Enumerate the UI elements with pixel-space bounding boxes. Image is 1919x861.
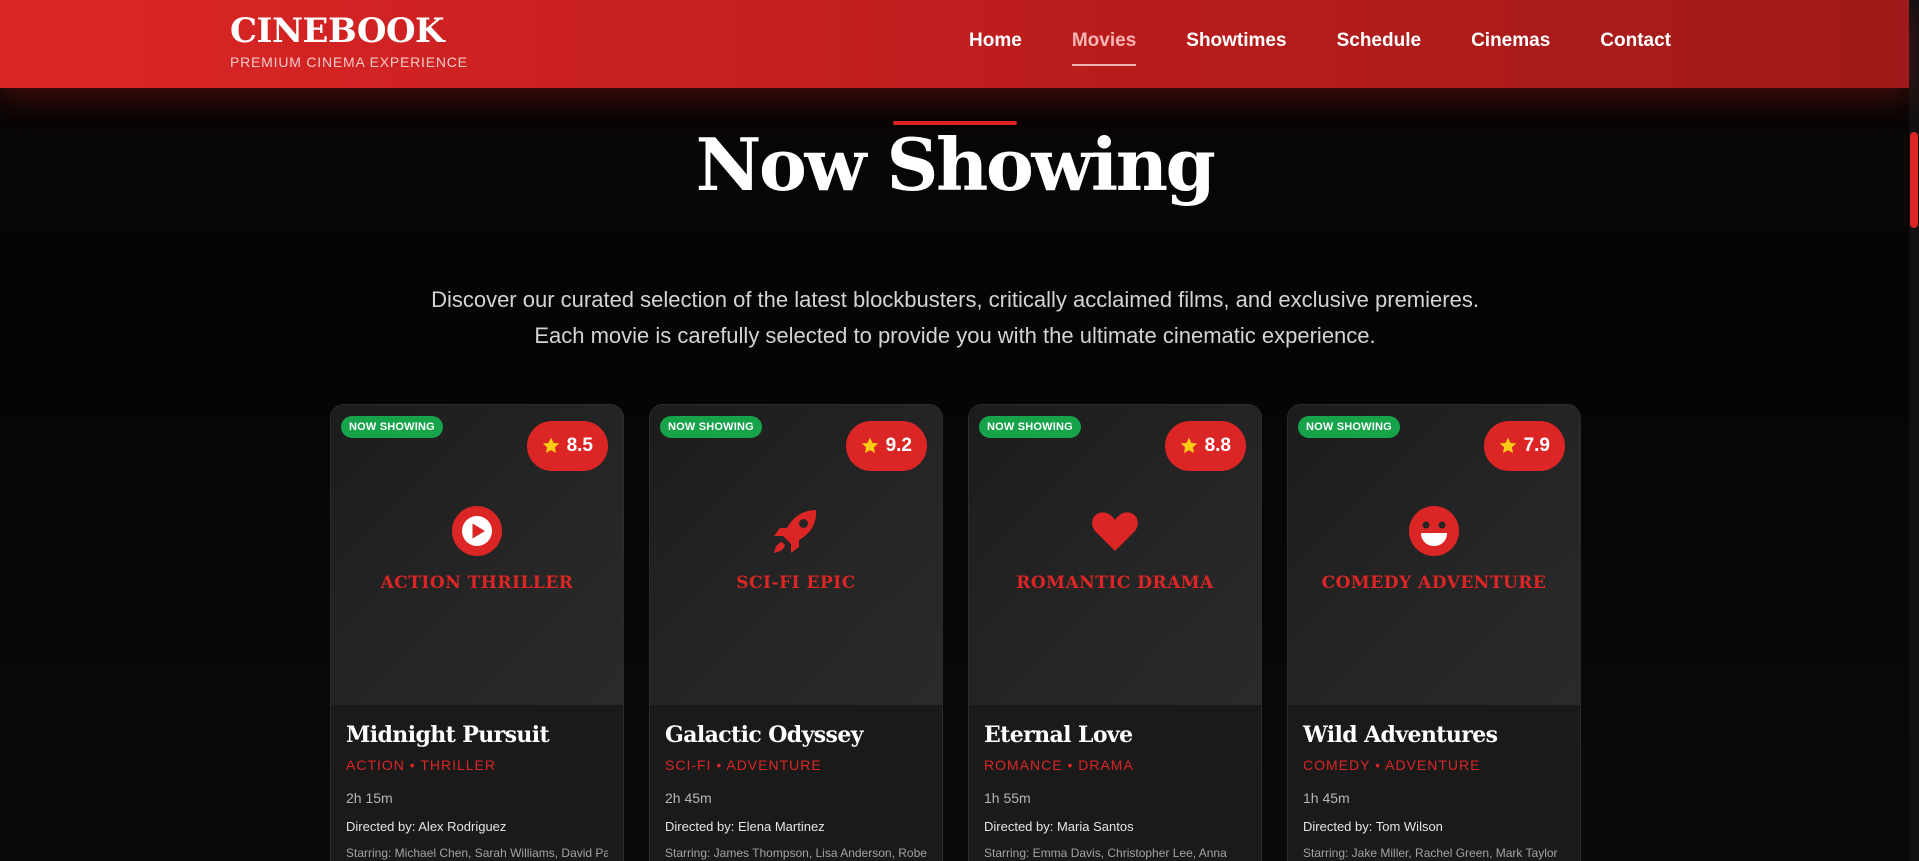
smile-icon bbox=[1409, 506, 1459, 556]
movie-card[interactable]: NOW SHOWING 7.9 COMEDY ADVENTURE Wild Ad… bbox=[1287, 404, 1581, 861]
star-icon bbox=[861, 437, 878, 453]
nav-item-contact[interactable]: Contact bbox=[1600, 30, 1671, 66]
status-badge: NOW SHOWING bbox=[660, 416, 762, 438]
movie-director: Directed by: Elena Martinez bbox=[665, 819, 825, 834]
movie-info: Galactic Odyssey SCI-FI • ADVENTURE 2h 4… bbox=[650, 705, 942, 860]
nav-item-showtimes[interactable]: Showtimes bbox=[1186, 30, 1286, 66]
heart-icon bbox=[1092, 512, 1138, 551]
movie-starring: Starring: James Thompson, Lisa Anderson,… bbox=[665, 846, 927, 860]
rocket-icon bbox=[774, 510, 817, 553]
status-badge: NOW SHOWING bbox=[341, 416, 443, 438]
rating-badge: 9.2 bbox=[845, 421, 927, 471]
brand-tagline: PREMIUM CINEMA EXPERIENCE bbox=[230, 54, 468, 70]
movie-genres: SCI-FI • ADVENTURE bbox=[665, 757, 822, 773]
brand-logo[interactable]: CINEBOOK PREMIUM CINEMA EXPERIENCE bbox=[230, 12, 468, 70]
movie-title[interactable]: Midnight Pursuit bbox=[346, 721, 607, 749]
brand-name: CINEBOOK bbox=[230, 11, 445, 51]
movie-director: Directed by: Alex Rodriguez bbox=[346, 819, 507, 834]
movie-info: Eternal Love ROMANCE • DRAMA 1h 55m Dire… bbox=[969, 705, 1261, 860]
movie-genres: ACTION • THRILLER bbox=[346, 757, 496, 773]
movie-duration: 1h 55m bbox=[984, 790, 1031, 806]
movie-duration: 1h 45m bbox=[1303, 790, 1350, 806]
movie-info: Wild Adventures COMEDY • ADVENTURE 1h 45… bbox=[1288, 705, 1580, 860]
page-description: Discover our curated selection of the la… bbox=[431, 287, 1479, 348]
rating-value: 8.8 bbox=[1204, 435, 1231, 456]
movie-duration: 2h 15m bbox=[346, 790, 393, 806]
movie-director: Directed by: Maria Santos bbox=[984, 819, 1134, 834]
main-nav: Home Movies Showtimes Schedule Cinemas C… bbox=[969, 30, 1671, 66]
movie-director: Directed by: Tom Wilson bbox=[1303, 819, 1443, 834]
movie-starring: Starring: Michael Chen, Sarah Williams, … bbox=[346, 846, 608, 860]
genre-label: ROMANTIC DRAMA bbox=[1016, 573, 1214, 593]
movie-poster[interactable]: NOW SHOWING 7.9 COMEDY ADVENTURE bbox=[1288, 405, 1580, 705]
genre-label: COMEDY ADVENTURE bbox=[1321, 573, 1547, 593]
movie-info: Midnight Pursuit ACTION • THRILLER 2h 15… bbox=[331, 705, 623, 860]
movie-poster[interactable]: NOW SHOWING 8.8 ROMANTIC DRAMA bbox=[969, 405, 1261, 705]
movie-card[interactable]: NOW SHOWING 8.8 ROMANTIC DRAMA Eternal L… bbox=[968, 404, 1262, 861]
movie-title[interactable]: Wild Adventures bbox=[1303, 721, 1564, 749]
movie-card[interactable]: NOW SHOWING 8.5 ACTION THRILLER Midnight… bbox=[330, 404, 624, 861]
movie-title[interactable]: Galactic Odyssey bbox=[665, 721, 926, 749]
rating-badge: 7.9 bbox=[1483, 421, 1565, 471]
nav-item-schedule[interactable]: Schedule bbox=[1337, 30, 1421, 66]
movie-starring: Starring: Jake Miller, Rachel Green, Mar… bbox=[1303, 846, 1558, 860]
star-icon bbox=[542, 437, 559, 453]
star-icon bbox=[1499, 437, 1516, 453]
movie-grid: NOW SHOWING 8.5 ACTION THRILLER Midnight… bbox=[330, 404, 1581, 861]
nav-item-movies[interactable]: Movies bbox=[1071, 30, 1137, 66]
movie-starring: Starring: Emma Davis, Christopher Lee, A… bbox=[984, 846, 1227, 860]
rating-value: 8.5 bbox=[566, 435, 593, 456]
movie-poster[interactable]: NOW SHOWING 9.2 SCI-FI EPIC bbox=[650, 405, 942, 705]
rating-value: 7.9 bbox=[1523, 435, 1550, 456]
movie-card[interactable]: NOW SHOWING 9.2 SCI-FI EPIC Galactic Ody… bbox=[649, 404, 943, 861]
rating-badge: 8.8 bbox=[1164, 421, 1246, 471]
movie-genres: COMEDY • ADVENTURE bbox=[1303, 757, 1481, 773]
rating-badge: 8.5 bbox=[526, 421, 608, 471]
rating-value: 9.2 bbox=[885, 435, 912, 456]
movie-title[interactable]: Eternal Love bbox=[984, 721, 1245, 749]
genre-label: ACTION THRILLER bbox=[380, 573, 574, 593]
page: CINEBOOK PREMIUM CINEMA EXPERIENCE Home … bbox=[0, 0, 1919, 861]
star-icon bbox=[1180, 437, 1197, 453]
nav-item-cinemas[interactable]: Cinemas bbox=[1471, 30, 1550, 66]
page-title: Now Showing bbox=[695, 122, 1216, 207]
movie-poster[interactable]: NOW SHOWING 8.5 ACTION THRILLER bbox=[331, 405, 623, 705]
status-badge: NOW SHOWING bbox=[979, 416, 1081, 438]
play-circle-icon bbox=[452, 506, 502, 556]
genre-label: SCI-FI EPIC bbox=[736, 573, 856, 593]
nav-item-home[interactable]: Home bbox=[969, 30, 1022, 66]
status-badge: NOW SHOWING bbox=[1298, 416, 1400, 438]
movie-genres: ROMANCE • DRAMA bbox=[984, 757, 1134, 773]
site-header: CINEBOOK PREMIUM CINEMA EXPERIENCE Home … bbox=[0, 0, 1909, 88]
movie-duration: 2h 45m bbox=[665, 790, 712, 806]
page-scrollbar[interactable] bbox=[1909, 0, 1919, 861]
scrollbar-thumb[interactable] bbox=[1910, 132, 1918, 228]
